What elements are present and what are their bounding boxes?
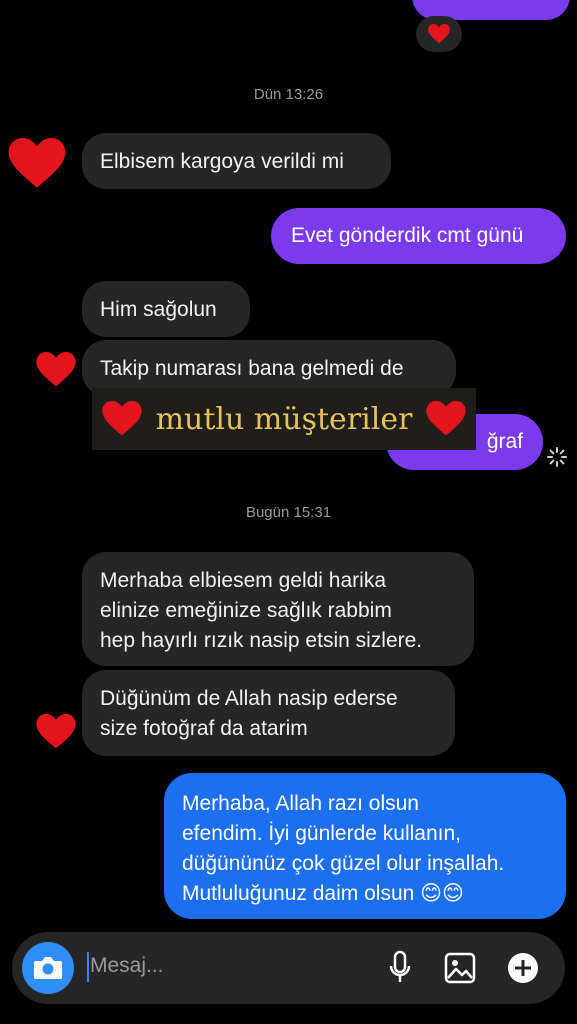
incoming-message[interactable]: Him sağolun <box>82 281 250 337</box>
heart-icon <box>101 401 142 436</box>
heart-icon <box>8 138 66 188</box>
camera-icon <box>34 957 62 979</box>
incoming-message[interactable]: Düğünüm de Allah nasip ederse size fotoğ… <box>82 670 455 756</box>
message-composer: Mesaj... <box>12 932 565 1004</box>
message-input[interactable]: Mesaj... <box>90 954 164 978</box>
incoming-message[interactable]: Elbisem kargoya verildi mi <box>82 133 391 189</box>
plus-icon[interactable] <box>507 952 539 984</box>
heart-icon <box>36 352 76 387</box>
outgoing-message[interactable]: Merhaba, Allah razı olsun efendim. İyi g… <box>164 773 566 919</box>
timestamp: Bugün 15:31 <box>245 504 332 521</box>
image-icon[interactable] <box>444 952 476 984</box>
text-cursor <box>87 952 89 982</box>
heart-icon <box>36 714 76 749</box>
watermark-banner: mutlu müşteriler <box>92 388 476 450</box>
camera-button[interactable] <box>22 942 74 994</box>
reaction-pill[interactable] <box>416 16 462 52</box>
incoming-message[interactable]: Merhaba elbiesem geldi harika elinize em… <box>82 552 474 666</box>
heart-icon <box>428 24 450 44</box>
heart-icon <box>426 401 467 436</box>
message-text: ğraf <box>486 430 523 453</box>
watermark-text: mutlu müşteriler <box>155 401 413 437</box>
outgoing-message[interactable]: Evet gönderdik cmt günü <box>271 208 566 264</box>
loading-icon <box>547 447 567 467</box>
timestamp: Dün 13:26 <box>253 86 324 103</box>
microphone-icon[interactable] <box>388 950 412 986</box>
